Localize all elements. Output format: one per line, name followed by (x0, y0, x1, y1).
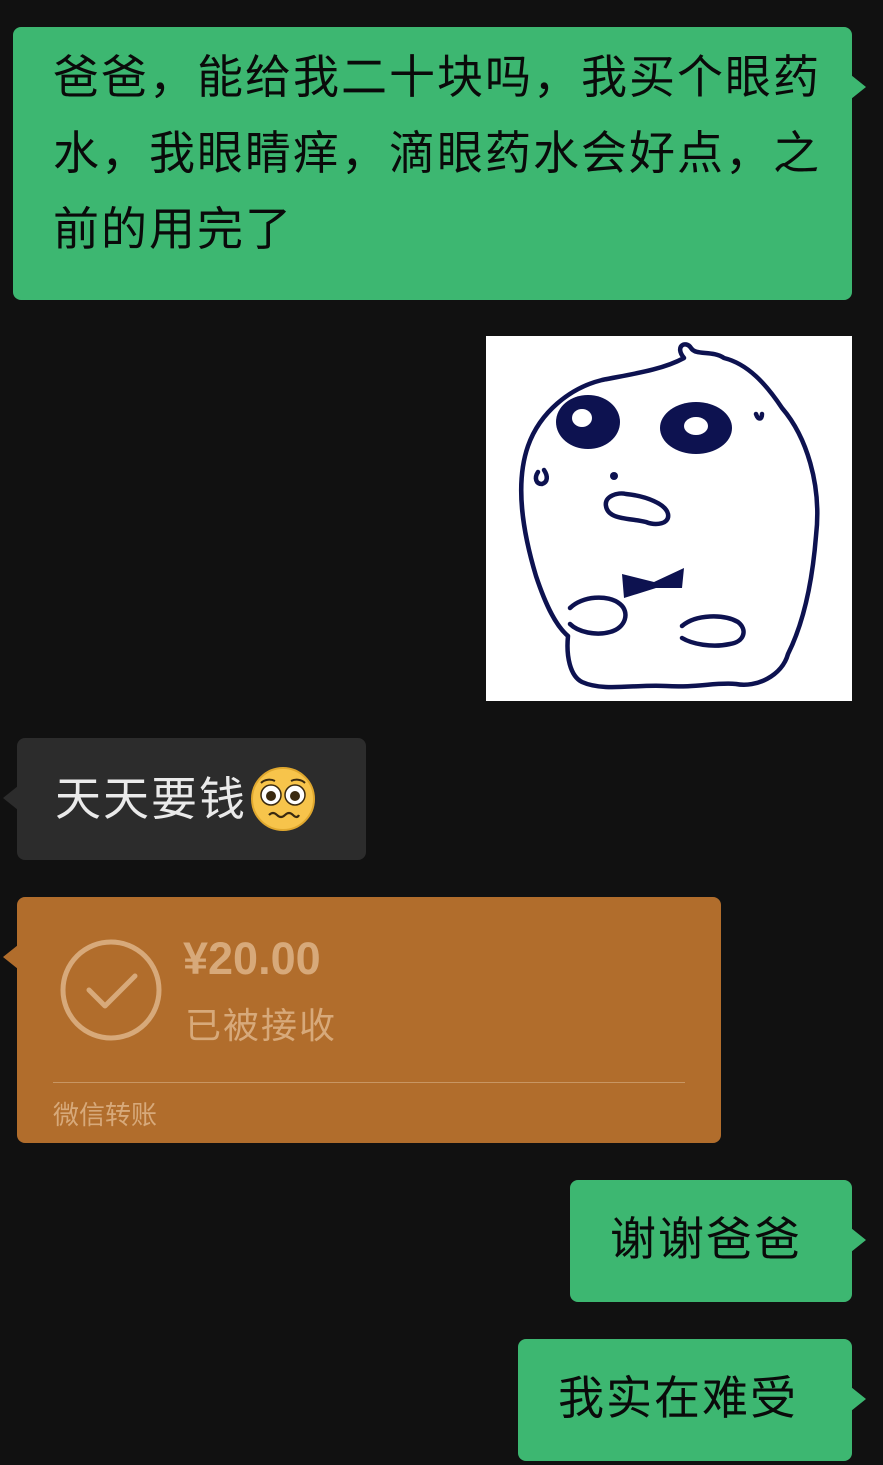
message-text: 我实在难受 (558, 1371, 798, 1425)
message-text: 天天要钱 (55, 772, 247, 826)
chat-screen: 爸爸，能给我二十块吗，我买个眼药水，我眼睛痒，滴眼药水会好点，之前的用完了 天天… (0, 0, 883, 1465)
received-message-bubble[interactable]: 天天要钱 (3, 738, 366, 860)
card-divider (53, 1082, 685, 1083)
transfer-status: 已被接收 (185, 1006, 338, 1047)
pleading-face-emoji-icon (251, 767, 315, 831)
worried-blob-sticker-icon (518, 342, 820, 690)
transfer-service-label: 微信转账 (53, 1101, 158, 1131)
bubble-tail (3, 786, 18, 810)
bubble-tail (851, 1387, 866, 1411)
message-text: 谢谢爸爸 (610, 1212, 802, 1266)
sent-message-bubble[interactable]: 爸爸，能给我二十块吗，我买个眼药水，我眼睛痒，滴眼药水会好点，之前的用完了 (13, 27, 866, 300)
sent-message-bubble[interactable]: 我实在难受 (518, 1339, 866, 1461)
sticker-image[interactable] (486, 336, 852, 701)
wechat-transfer-card[interactable]: ¥20.00 已被接收 微信转账 (3, 897, 721, 1143)
bubble-tail (851, 75, 866, 99)
sent-message-bubble[interactable]: 谢谢爸爸 (570, 1180, 866, 1302)
bubble-tail (851, 1228, 866, 1252)
message-text: 爸爸，能给我二十块吗，我买个眼药水，我眼睛痒，滴眼药水会好点，之前的用完了 (53, 50, 821, 256)
check-circle-icon (60, 939, 162, 1041)
bubble-tail (3, 945, 18, 969)
transfer-amount: ¥20.00 (183, 933, 321, 984)
